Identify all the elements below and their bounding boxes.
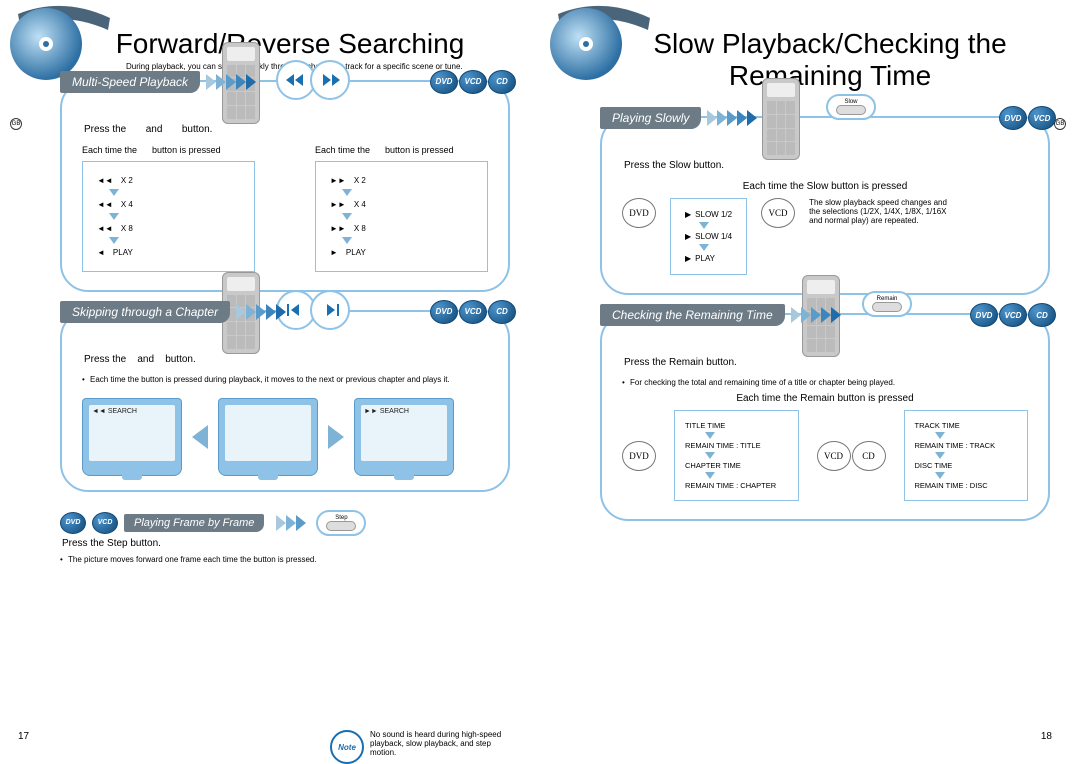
vcd-label-icon: VCD: [761, 198, 795, 228]
skipping-panel: DVD VCD CD Skipping through a Chapter Pr…: [60, 310, 510, 492]
vcd-tag: VCD: [999, 303, 1027, 327]
remaining-time-panel: Remain DVD VCD CD Checking the Remaining…: [600, 313, 1050, 521]
col-header: Each time the button is pressed: [82, 145, 255, 155]
chevron-icons: [707, 110, 757, 126]
remote-illustration: [762, 78, 800, 160]
instruction-line: Press the and button.: [84, 124, 488, 135]
rewind-speed-box: ◄◄X 2 ◄◄X 4 ◄◄X 8 ◄PLAY: [82, 161, 255, 272]
disc-compat-tags: DVD VCD CD: [430, 300, 516, 324]
dvd-tag: DVD: [999, 106, 1027, 130]
instruction-line: Press the Step button.: [62, 538, 510, 549]
panel-title: Playing Slowly: [600, 107, 701, 129]
chevron-icons: [791, 307, 841, 323]
heading: Each time the Remain button is pressed: [622, 393, 1028, 404]
dvd-label-icon: DVD: [622, 441, 656, 471]
slow-sequence-box: ▶SLOW 1/2 ▶SLOW 1/4 ▶PLAY: [670, 198, 747, 275]
dvd-tag: DVD: [430, 70, 458, 94]
dvd-tag: DVD: [970, 303, 998, 327]
page-title: Forward/Reverse Searching: [60, 30, 520, 58]
panel-title: Skipping through a Chapter: [60, 301, 230, 323]
arrow-right-icon: [328, 425, 344, 449]
note-text: No sound is heard during high-speed play…: [370, 730, 510, 757]
bullet-list: The picture moves forward one frame each…: [60, 555, 510, 564]
frame-by-frame-section: DVD VCD Playing Frame by Frame Step: [60, 510, 510, 536]
vcd-tag: VCD: [459, 300, 487, 324]
heading: Each time the Slow button is pressed: [622, 181, 1028, 192]
panel-title: Checking the Remaining Time: [600, 304, 785, 326]
instruction-line: Press the and button.: [84, 354, 488, 365]
manual-spread: GB Forward/Reverse Searching During play…: [0, 0, 1080, 762]
vcd-tag: VCD: [459, 70, 487, 94]
dvd-tag: DVD: [430, 300, 458, 324]
disc-filmstrip-art: [548, 0, 658, 95]
disc-compat-tags: DVD VCD CD: [430, 70, 516, 94]
playing-slowly-panel: Slow DVD VCD Playing Slowly Press the Sl…: [600, 116, 1050, 295]
vcd-label-icon: VCD: [817, 441, 851, 471]
bullet-list: For checking the total and remaining tim…: [622, 378, 1028, 387]
note-icon: Note: [330, 730, 364, 764]
arrow-left-icon: [192, 425, 208, 449]
cd-label-icon: CD: [852, 441, 886, 471]
cd-tag: CD: [488, 300, 516, 324]
section-title: Playing Frame by Frame: [124, 514, 264, 532]
chevron-icons: [276, 515, 306, 531]
tv-icon: ►► SEARCH: [354, 398, 454, 476]
vcd-tag: VCD: [92, 512, 118, 534]
disc-compat-tags: DVD VCD CD: [970, 303, 1056, 327]
vcd-tag: VCD: [1028, 106, 1056, 130]
chevron-icons: [206, 74, 256, 90]
cd-tag: CD: [1028, 303, 1056, 327]
step-button-illustration: Step: [316, 510, 366, 536]
page-number: 18: [1041, 731, 1052, 742]
remain-vcdcd-box: TRACK TIME REMAIN TIME : TRACK DISC TIME…: [904, 410, 1029, 501]
forward-speed-box: ►►X 2 ►►X 4 ►►X 8 ►PLAY: [315, 161, 488, 272]
tv-icon: [218, 398, 318, 476]
slow-info-text: The slow playback speed changes and the …: [809, 198, 949, 225]
tv-diagram: ◄◄ SEARCH ►► SEARCH: [82, 398, 488, 476]
remain-dvd-box: TITLE TIME REMAIN TIME : TITLE CHAPTER T…: [674, 410, 799, 501]
bullet-list: Each time the button is pressed during p…: [82, 375, 488, 384]
page-17: GB Forward/Reverse Searching During play…: [0, 0, 540, 762]
remain-button-illustration: Remain: [862, 291, 912, 317]
instruction-line: Press the Remain button.: [624, 357, 1028, 368]
cd-tag: CD: [488, 70, 516, 94]
gb-mark: GB: [10, 118, 22, 130]
instruction-line: Press the Slow button.: [624, 160, 1028, 171]
note-block: Note No sound is heard during high-speed…: [330, 730, 510, 764]
chevron-icons: [236, 304, 286, 320]
page-18: GB Slow Playback/Checking the Remaining …: [540, 0, 1080, 762]
forward-glyph: ►►: [330, 176, 346, 185]
dvd-tag: DVD: [60, 512, 86, 534]
tv-icon: ◄◄ SEARCH: [82, 398, 182, 476]
dvd-label-icon: DVD: [622, 198, 656, 228]
col-header: Each time the button is pressed: [315, 145, 488, 155]
multispeed-panel: DVD VCD CD Multi-Speed Playback Press th…: [60, 80, 510, 292]
page-title-b: Remaining Time: [600, 62, 1060, 90]
forward-icon: [310, 60, 350, 100]
skip-fwd-icon: [310, 290, 350, 330]
panel-title: Multi-Speed Playback: [60, 71, 200, 93]
page-title-a: Slow Playback/Checking the: [600, 30, 1060, 58]
disc-compat-tags: DVD VCD: [999, 106, 1056, 130]
slow-button-illustration: Slow: [826, 94, 876, 120]
rewind-glyph: ◄◄: [97, 176, 113, 185]
page-number: 17: [18, 731, 29, 742]
